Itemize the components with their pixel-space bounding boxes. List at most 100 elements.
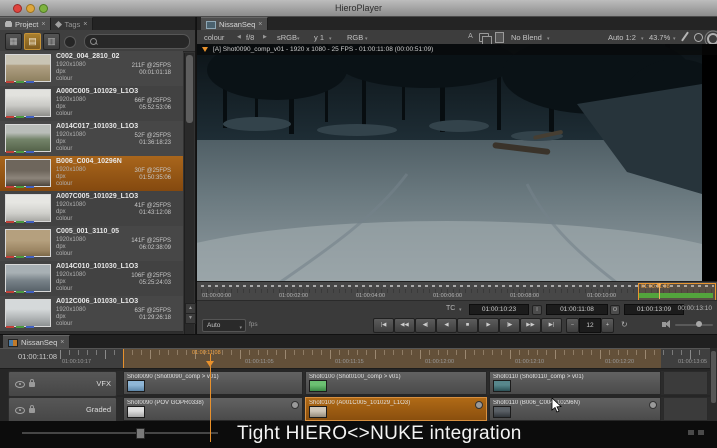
channel-chips-icon [6,81,34,83]
current-timecode-field[interactable]: 01:00:11:08 [546,304,608,315]
gain-value[interactable]: f/8 [246,33,254,42]
tc-mode-dropdown[interactable]: TC [446,305,455,312]
fps-mode-select[interactable]: Auto ▾ [202,319,246,332]
viewer-scrubber[interactable]: 01:00:00:00 01:00:02:00 01:00:04:00 01:0… [197,281,717,301]
search-icon [90,38,97,45]
timeline-bottom-strip: Tight HIERO<>NUKE integration [0,421,717,448]
timeline-zoom-handle[interactable] [136,428,145,439]
zoom-timeline-icon[interactable] [698,430,704,435]
scrollbar-thumb[interactable] [186,55,193,123]
stack-icon[interactable] [495,32,504,43]
track-header-graded[interactable]: Graded [8,397,117,423]
track-lock-icon[interactable] [29,408,35,413]
tab-timeline-nissanseq[interactable]: NissanSeq × [3,335,70,349]
zoom-dropdown[interactable]: Auto 1:2 [608,33,636,42]
timeline-clip[interactable]: Shot0100 (Shot0100_comp > v01) [305,371,487,395]
volume-knob[interactable] [696,321,702,327]
monitor-icon [206,21,216,29]
timeline-clip[interactable]: Shot0110 (Shot0110_comp > v01) [489,371,661,395]
tab-tags[interactable]: Tags × [51,17,93,31]
stop-button[interactable]: ■ [457,318,478,333]
frame-step-field[interactable]: 12 [579,318,601,333]
timeline-clip[interactable]: Shot0090 (POV GOPR0338) [123,397,303,421]
ab-compare-icon[interactable]: A [465,32,476,41]
go-to-end-button[interactable]: ▶| [541,318,562,333]
chevron-down-icon: ▾ [329,36,332,42]
in-point-field[interactable]: 01:00:10:23 [469,304,529,315]
timeline-playhead[interactable] [210,354,211,442]
swap-inputs-icon[interactable] [479,33,489,42]
viewer-canvas[interactable]: [A] Shot0090_comp_v01 - 1920 x 1080 - 25… [197,44,717,298]
gamma-dropdown[interactable]: y 1 [314,33,324,42]
proxy-dropdown[interactable]: 43.7% [649,33,670,42]
list-view-button[interactable]: ▤ [24,33,41,50]
clip-name: A014C017_101030_L1O3 [56,123,138,130]
clip-duration: 106F @25FPS05:25:24:03 [131,273,171,287]
track-lock-icon[interactable] [29,382,35,387]
track-header-vfx[interactable]: VFX [8,371,117,397]
fit-timeline-icon[interactable] [688,430,694,435]
next-edit-button[interactable]: ▶▶ [520,318,541,333]
volume-icon[interactable] [662,322,666,327]
timeline-ruler[interactable]: 01:00:11:08 01:00:10:17 01:00:11:05 01:0… [0,348,710,369]
list-item[interactable]: A000C005_101029_L1O3 1920x1080dpxcolour … [0,86,183,122]
timeline-clip[interactable]: Shot0110 (B006_C004_10296N) [489,397,661,421]
wipe-tool-icon[interactable] [681,31,689,41]
go-to-start-button[interactable]: |◀ [373,318,394,333]
mouse-cursor [551,398,562,414]
list-item[interactable]: C002_004_2810_02 1920x1080dpxcolour 211F… [0,51,183,87]
list-item-selected[interactable]: B006_C004_10296N 1920x1080dpxcolour 30F … [0,156,183,192]
out-point-field[interactable]: 01:00:13:09 [624,304,684,315]
step-back-button[interactable]: ◀| [415,318,436,333]
project-panel: Project × Tags × ▦ ▤ ▥ C002_004_2810_02 [0,17,195,334]
tab-viewer-nissanseq[interactable]: NissanSeq × [201,17,268,31]
gain-increase-icon[interactable]: ▶ [263,34,267,40]
track-visibility-icon[interactable] [15,407,25,414]
close-icon[interactable]: × [41,21,45,28]
scroll-down-button[interactable]: ▼ [185,313,196,324]
list-item[interactable]: A007C005_101029_L1O3 1920x1080dpxcolour … [0,191,183,227]
collapse-triangle-icon[interactable] [202,47,208,52]
timeline-clip[interactable]: Shot0090 (Shot0090_comp > v01) [123,371,303,395]
clip-meta: 1920x1080dpxcolour [56,97,86,118]
play-backward-button[interactable]: ◀ [436,318,457,333]
grid-view-button[interactable]: ▦ [5,33,22,50]
clip-thumbnail [309,380,327,392]
close-icon[interactable]: × [258,21,262,28]
close-icon[interactable]: × [60,339,64,346]
channels-dropdown[interactable]: RGB [347,33,363,42]
step-decrement-button[interactable]: − [566,318,579,333]
mask-overlay-icon[interactable] [694,33,703,42]
list-item[interactable]: A012C006_101030_L1O3 1920x1080dpxcolour … [0,296,183,332]
title-bar[interactable]: HieroPlayer [0,0,717,17]
list-item[interactable]: A014C010_101030_L1O3 1920x1080dpxcolour … [0,261,183,297]
search-input[interactable] [84,34,190,49]
lut-dropdown[interactable]: sRGB [277,33,297,42]
volume-slider[interactable] [675,324,713,326]
track-visibility-icon[interactable] [15,381,25,388]
detail-view-button[interactable]: ▥ [43,33,60,50]
tab-project-label: Project [15,20,38,29]
step-increment-button[interactable]: + [601,318,614,333]
browser-scrollbar[interactable]: ▲ ▼ [184,53,194,334]
blend-mode-dropdown[interactable]: No Blend [511,33,542,42]
play-button[interactable]: ▶ [478,318,499,333]
filter-icon[interactable] [64,36,76,48]
list-item[interactable]: C005_001_3110_05 1920x1080dpxcolour 141F… [0,226,183,262]
tab-project[interactable]: Project × [0,17,51,31]
step-forward-button[interactable]: |▶ [499,318,520,333]
clip-meta: 1920x1080dpxcolour [56,237,86,258]
timeline-clip-selected[interactable]: Shot0100 (A001C005_101029_L1O3) [305,397,487,421]
timeline-zoom-slider[interactable] [22,432,218,434]
gain-decrease-icon[interactable]: ◀ [237,34,241,40]
list-item[interactable]: A014C017_101030_L1O3 1920x1080dpxcolour … [0,121,183,157]
close-icon[interactable]: × [83,21,87,28]
prev-edit-button[interactable]: ◀◀ [394,318,415,333]
loop-playback-icon[interactable]: ↻ [621,320,628,329]
timeline-playhead-icon[interactable] [206,361,214,367]
scrollbar-thumb[interactable] [711,351,716,403]
scrubber-playhead[interactable] [659,283,660,299]
clip-name: B006_C004_10296N [56,158,122,165]
clip-duration: 30F @25FPS01:50:35:06 [135,168,171,182]
clip-thumbnail [127,380,145,392]
